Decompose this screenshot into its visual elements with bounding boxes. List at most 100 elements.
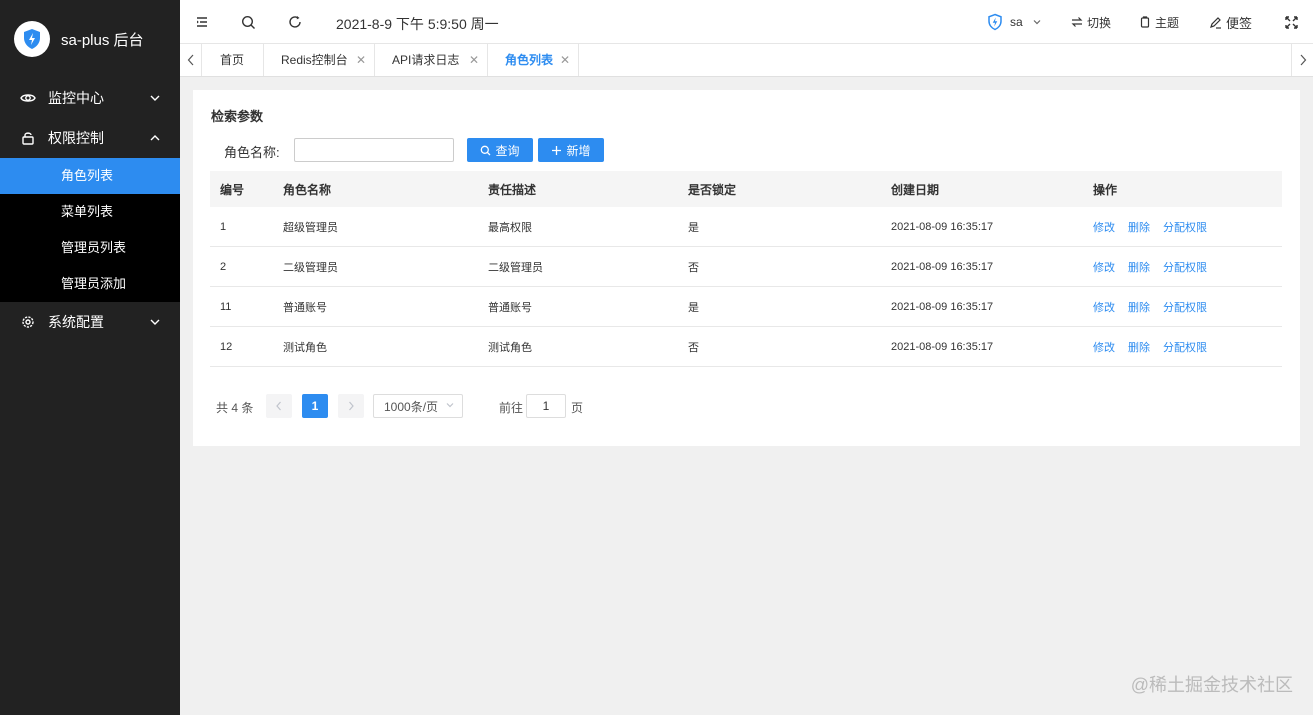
- cell-created-at: 2021-08-09 16:35:17: [891, 220, 994, 233]
- cell-actions: 修改 删除 分配权限: [1093, 287, 1220, 326]
- chevron-right-icon: [349, 401, 354, 411]
- role-name-input[interactable]: [294, 138, 454, 162]
- menu-group-permission[interactable]: 权限控制: [0, 118, 180, 158]
- shield-logo-icon: [14, 21, 50, 57]
- search-section-title: 检索参数: [211, 109, 264, 124]
- menu-group-monitor[interactable]: 监控中心: [0, 78, 180, 118]
- prev-page-button[interactable]: [266, 394, 292, 418]
- assign-permission-link[interactable]: 分配权限: [1163, 299, 1207, 315]
- tab-label: API请求日志: [392, 53, 460, 67]
- fullscreen-icon[interactable]: [1282, 13, 1300, 31]
- sidebar: sa-plus 后台 监控中心 权限控制 角色列表 菜单列表 管理员列表 管理员…: [0, 0, 180, 715]
- assign-permission-link[interactable]: 分配权限: [1163, 219, 1207, 235]
- next-page-button[interactable]: [338, 394, 364, 418]
- assign-permission-link[interactable]: 分配权限: [1163, 259, 1207, 275]
- close-icon[interactable]: ✕: [469, 44, 479, 76]
- query-button-label: 查询: [495, 143, 520, 158]
- page-size-select[interactable]: 1000条/页: [373, 394, 463, 418]
- menu-toggle-icon[interactable]: [193, 13, 211, 31]
- user-menu[interactable]: sa: [986, 13, 1046, 31]
- brand-logo[interactable]: sa-plus 后台: [0, 0, 180, 78]
- search-icon[interactable]: [239, 13, 257, 31]
- cell-id: 2: [220, 260, 227, 273]
- cell-actions: 修改 删除 分配权限: [1093, 327, 1220, 366]
- column-header: 操作: [1093, 182, 1118, 197]
- username: sa: [1010, 15, 1023, 29]
- column-header: 编号: [220, 182, 245, 197]
- lock-icon: [20, 130, 36, 146]
- tab-redis-console[interactable]: Redis控制台 ✕: [264, 44, 375, 76]
- goto-page-input[interactable]: [526, 394, 566, 418]
- swap-icon: [1071, 17, 1083, 27]
- table-row: 1 超级管理员 最高权限 是 2021-08-09 16:35:17 修改 删除…: [210, 207, 1282, 247]
- tabs-scroll-left-button[interactable]: [180, 44, 202, 76]
- cell-role-name: 普通账号: [283, 301, 327, 314]
- cell-created-at: 2021-08-09 16:35:17: [891, 340, 994, 353]
- chevron-left-icon: [187, 54, 193, 66]
- cell-role-name: 测试角色: [283, 341, 327, 354]
- chevron-down-icon: [150, 95, 160, 101]
- tab-label: Redis控制台: [281, 53, 348, 67]
- edit-link[interactable]: 修改: [1093, 219, 1115, 235]
- goto-unit: 页: [571, 401, 584, 415]
- add-button[interactable]: 新增: [538, 138, 604, 162]
- cell-locked: 否: [688, 341, 699, 354]
- tabs-scroll-right-button[interactable]: [1291, 44, 1313, 76]
- cell-locked: 是: [688, 221, 699, 234]
- column-header: 是否锁定: [688, 182, 737, 197]
- note-button[interactable]: 便签: [1209, 13, 1252, 31]
- table-row: 2 二级管理员 二级管理员 否 2021-08-09 16:35:17 修改 删…: [210, 247, 1282, 287]
- menu-group-system[interactable]: 系统配置: [0, 302, 180, 342]
- edit-link[interactable]: 修改: [1093, 339, 1115, 355]
- current-datetime: 2021-8-9 下午 5:9:50 周一: [336, 16, 499, 32]
- chevron-down-icon: [1033, 20, 1041, 25]
- sidebar-item-menu-list[interactable]: 菜单列表: [0, 194, 180, 230]
- content-card: 检索参数 角色名称: 查询 新增 编号 角色名称 责任描述 是否锁定 创建日期 …: [193, 90, 1300, 446]
- page-number-current[interactable]: 1: [302, 394, 328, 418]
- theme-button[interactable]: 主题: [1139, 13, 1179, 31]
- chevron-down-icon: [446, 403, 454, 408]
- switch-button[interactable]: 切换: [1071, 13, 1111, 31]
- goto-label: 前往: [499, 401, 524, 415]
- cell-created-at: 2021-08-09 16:35:17: [891, 260, 994, 273]
- delete-link[interactable]: 删除: [1128, 339, 1150, 355]
- submenu-permission: 角色列表 菜单列表 管理员列表 管理员添加: [0, 158, 180, 302]
- pagination: 共 4 条 1 1000条/页 前往 页: [216, 394, 816, 418]
- top-navbar: 2021-8-9 下午 5:9:50 周一 sa 切换 主题 便签: [180, 0, 1313, 44]
- column-header: 角色名称: [283, 182, 332, 197]
- cell-id: 12: [220, 340, 233, 353]
- edit-link[interactable]: 修改: [1093, 259, 1115, 275]
- app-root: sa-plus 后台 监控中心 权限控制 角色列表 菜单列表 管理员列表 管理员…: [0, 0, 1313, 715]
- cell-locked: 是: [688, 301, 699, 314]
- edit-link[interactable]: 修改: [1093, 299, 1115, 315]
- theme-label: 主题: [1155, 15, 1180, 30]
- search-icon: [481, 145, 491, 155]
- sidebar-item-admin-add[interactable]: 管理员添加: [0, 266, 180, 302]
- add-button-label: 新增: [566, 143, 591, 158]
- switch-label: 切换: [1087, 15, 1112, 30]
- sidebar-item-role-list[interactable]: 角色列表: [0, 158, 180, 194]
- tab-api-log[interactable]: API请求日志 ✕: [375, 44, 488, 76]
- query-button[interactable]: 查询: [467, 138, 533, 162]
- table-header: 编号 角色名称 责任描述 是否锁定 创建日期 操作: [210, 171, 1282, 207]
- chevron-left-icon: [276, 401, 281, 411]
- cell-actions: 修改 删除 分配权限: [1093, 247, 1220, 286]
- close-icon[interactable]: ✕: [356, 44, 366, 76]
- refresh-icon[interactable]: [286, 13, 304, 31]
- tab-role-list[interactable]: 角色列表 ✕: [488, 44, 579, 76]
- sidebar-item-admin-list[interactable]: 管理员列表: [0, 230, 180, 266]
- cell-description: 最高权限: [488, 221, 532, 234]
- cell-locked: 否: [688, 261, 699, 274]
- delete-link[interactable]: 删除: [1128, 259, 1150, 275]
- delete-link[interactable]: 删除: [1128, 219, 1150, 235]
- tab-label: 首页: [220, 53, 245, 67]
- menu-group-label: 系统配置: [48, 314, 104, 330]
- delete-link[interactable]: 删除: [1128, 299, 1150, 315]
- cell-actions: 修改 删除 分配权限: [1093, 207, 1220, 246]
- tab-home[interactable]: 首页: [203, 44, 264, 76]
- close-icon[interactable]: ✕: [560, 44, 570, 76]
- pagination-total: 共 4 条: [216, 401, 254, 415]
- cell-description: 普通账号: [488, 301, 532, 314]
- assign-permission-link[interactable]: 分配权限: [1163, 339, 1207, 355]
- chevron-down-icon: [150, 319, 160, 325]
